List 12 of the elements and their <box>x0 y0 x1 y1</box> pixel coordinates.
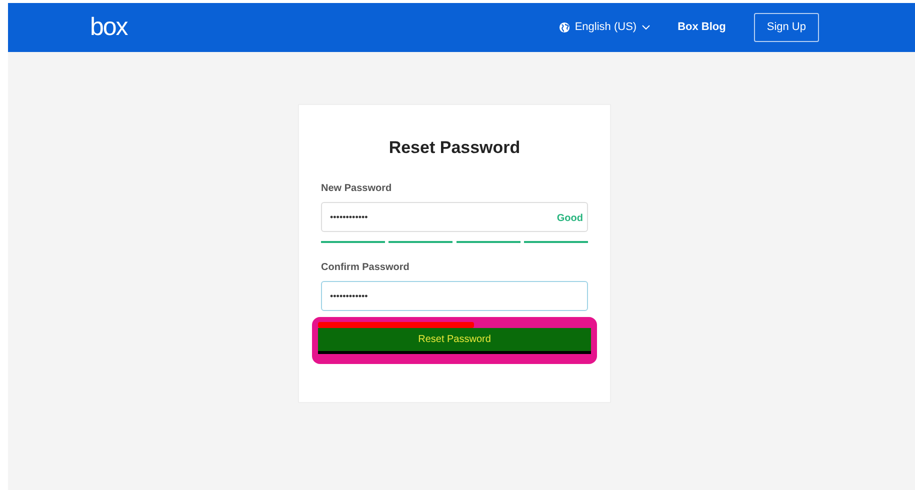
confirm-password-field[interactable]: •••••••••••• <box>321 280 588 310</box>
sign-up-button[interactable]: Sign Up <box>754 13 819 42</box>
blog-link[interactable]: Box Blog <box>678 19 726 36</box>
logo[interactable]: box <box>90 15 128 40</box>
form-title: Reset Password <box>388 137 522 159</box>
field-label: Confirm Password <box>321 260 410 274</box>
strength-text: Good <box>556 212 583 226</box>
reset-password-button[interactable]: Reset Password <box>318 328 591 354</box>
language-selector[interactable]: English (US) <box>558 19 650 36</box>
chevron-down-icon <box>642 25 650 30</box>
globe-icon <box>558 22 570 33</box>
field-label: New Password <box>321 182 393 196</box>
